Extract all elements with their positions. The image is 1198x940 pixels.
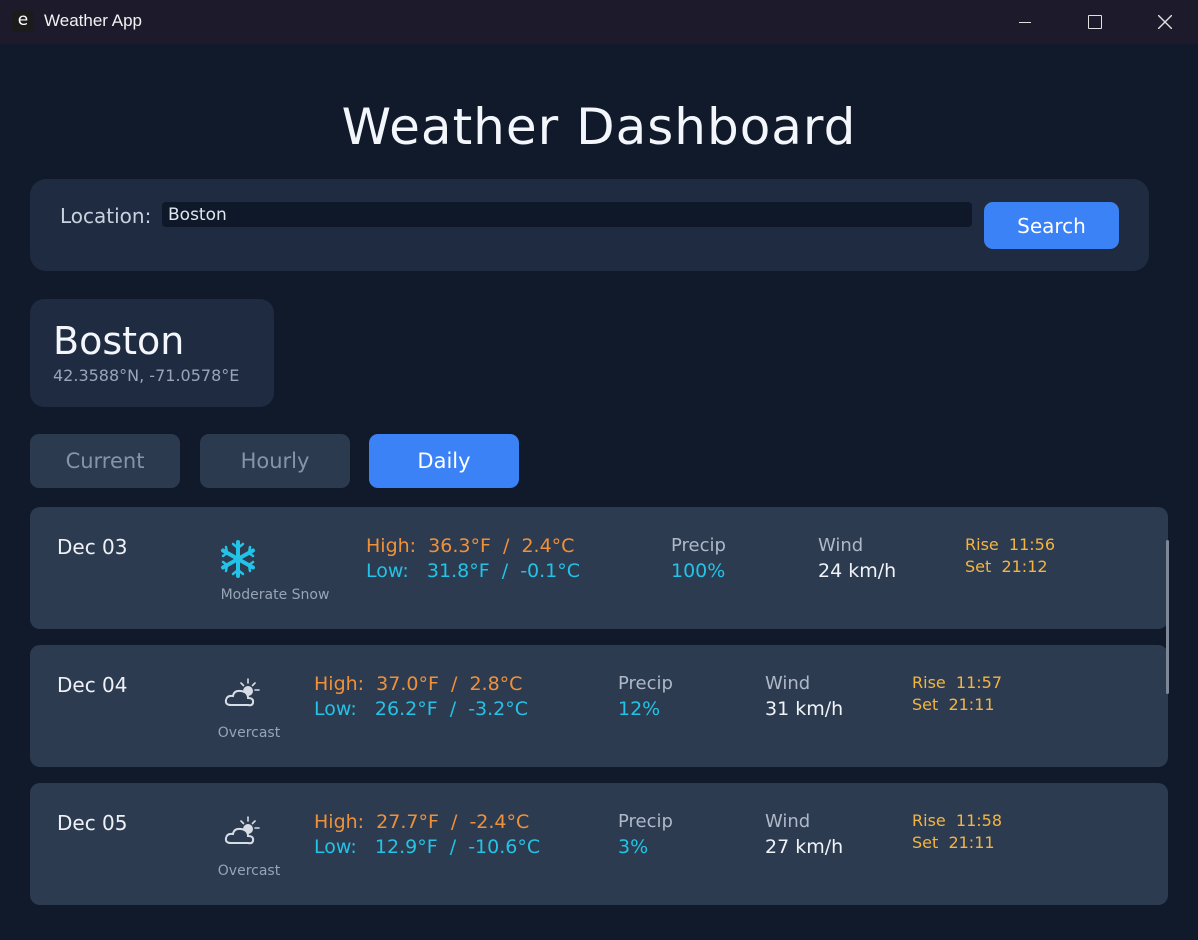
high-temp: High: 37.0°F / 2.8°C [314,673,523,695]
precip-label: Precip [618,673,673,694]
sunrise-time: Rise 11:56 [965,535,1056,554]
tab-hourly[interactable]: Hourly [200,434,350,488]
title-bar: e Weather App [0,0,1198,44]
precip-label: Precip [671,535,726,556]
low-temp: Low: 12.9°F / -10.6°C [314,836,541,858]
location-label: Location: [60,204,152,228]
close-button[interactable] [1130,0,1198,44]
sunset-time: Set 21:12 [965,557,1048,576]
search-panel: Location: Search [30,179,1149,271]
partly-cloudy-icon [224,816,260,845]
low-temp: Low: 31.8°F / -0.1°C [366,560,581,582]
daily-forecast-card: Dec 03 Moderate Snow High: 36.3°F / 2.4°… [30,507,1168,629]
location-input[interactable] [162,202,972,227]
high-temp: High: 36.3°F / 2.4°C [366,535,575,557]
forecast-date: Dec 05 [57,811,128,835]
page-title: Weather Dashboard [341,98,857,156]
snowflake-icon [221,540,255,578]
scrollbar-thumb[interactable] [1166,540,1169,694]
close-icon [1158,15,1172,29]
sunrise-time: Rise 11:57 [912,673,1003,692]
search-button[interactable]: Search [984,202,1119,249]
sunset-time: Set 21:11 [912,833,995,852]
precip-value: 3% [618,836,649,858]
forecast-date: Dec 04 [57,673,128,697]
wind-value: 27 km/h [765,836,844,858]
forecast-date: Dec 03 [57,535,128,559]
wind-value: 31 km/h [765,698,844,720]
wind-value: 24 km/h [818,560,897,582]
condition-text: Overcast [217,725,281,741]
partly-cloudy-icon [224,678,260,707]
wind-label: Wind [818,535,864,556]
daily-forecast-card: Dec 04 Overcast High: 37.0°F / 2.8°C Low… [30,645,1168,767]
high-temp: High: 27.7°F / -2.4°C [314,811,530,833]
tab-daily[interactable]: Daily [369,434,519,488]
precip-value: 12% [618,698,661,720]
daily-forecast-card: Dec 05 Overcast High: 27.7°F / -2.4°C Lo… [30,783,1168,905]
tab-current[interactable]: Current [30,434,180,488]
precip-label: Precip [618,811,673,832]
window-title: Weather App [44,11,142,30]
sunrise-time: Rise 11:58 [912,811,1003,830]
maximize-button[interactable] [1059,0,1129,44]
minimize-button[interactable] [989,0,1059,44]
condition-text: Overcast [217,863,281,879]
city-card: Boston 42.3588°N, -71.0578°E [30,299,274,407]
condition-text: Moderate Snow [220,587,330,603]
city-name: Boston [53,319,185,363]
city-coordinates: 42.3588°N, -71.0578°E [53,366,240,385]
wind-label: Wind [765,673,811,694]
precip-value: 100% [671,560,726,582]
app-icon: e [12,10,34,32]
sunset-time: Set 21:11 [912,695,995,714]
wind-label: Wind [765,811,811,832]
low-temp: Low: 26.2°F / -3.2°C [314,698,529,720]
